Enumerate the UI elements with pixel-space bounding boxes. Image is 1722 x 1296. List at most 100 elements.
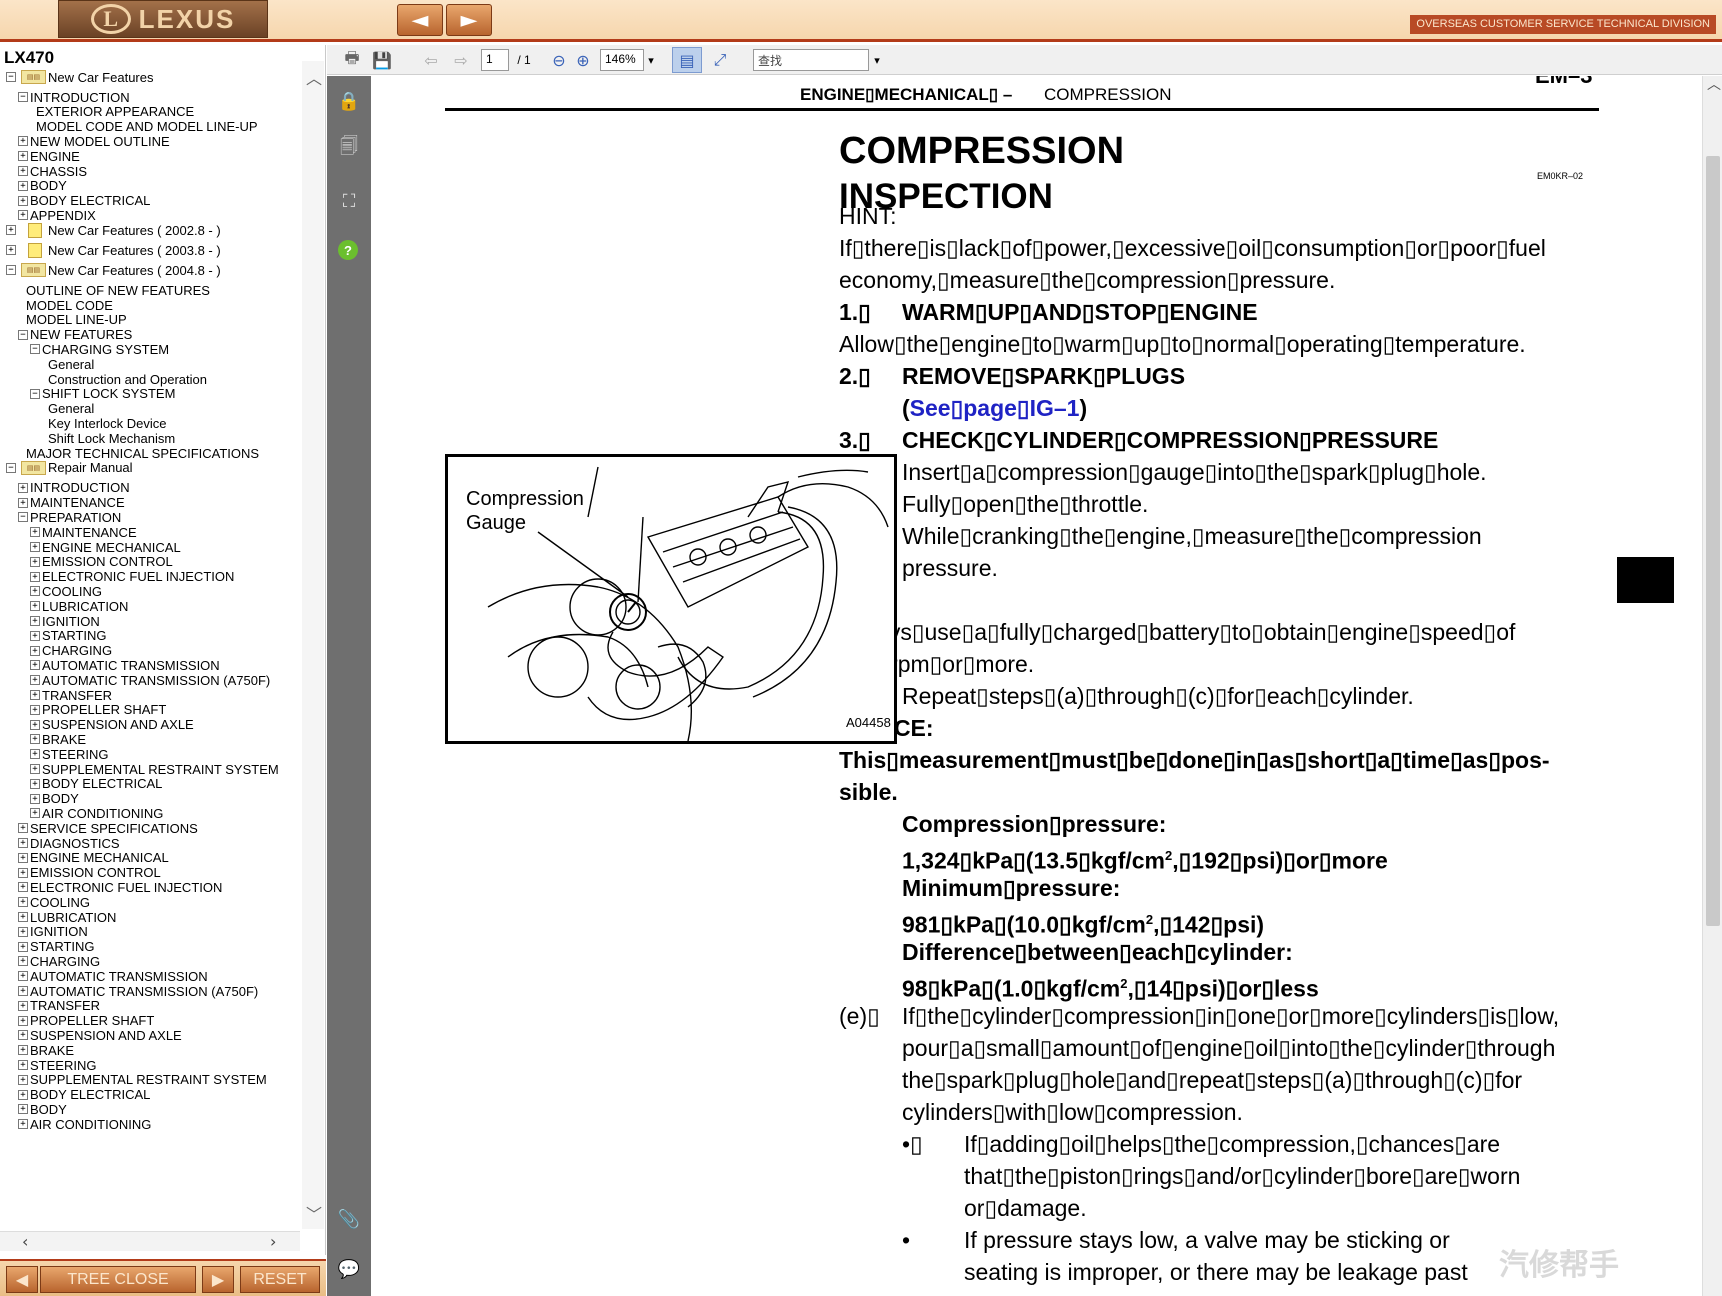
tree-item[interactable]: + SUSPENSION AND AXLE [30,717,194,733]
tree-item[interactable]: General [48,356,94,372]
tree-item[interactable]: + MAINTENANCE [18,495,125,511]
tree-item[interactable]: + ENGINE MECHANICAL [18,850,169,866]
tree-item[interactable]: + TRANSFER [18,998,100,1014]
expand-icon[interactable]: + [30,808,40,819]
expand-icon[interactable]: + [30,616,40,626]
tree-item[interactable]: + INTRODUCTION [18,480,130,496]
expand-icon[interactable]: + [18,1104,28,1115]
tree-item[interactable]: + AUTOMATIC TRANSMISSION (A750F) [18,983,258,999]
tree-item[interactable]: OUTLINE OF NEW FEATURES [26,282,210,298]
tree-item[interactable]: MODEL CODE [26,297,113,313]
save-icon[interactable]: 💾 [370,49,394,71]
expand-icon[interactable]: + [18,882,28,893]
forward-button[interactable]: ► [446,4,492,36]
expand-icon[interactable]: + [30,704,40,715]
next-button[interactable]: ▶ [202,1266,234,1293]
scroll-left-icon[interactable]: ‹ [22,1232,28,1251]
tree-item[interactable]: Shift Lock Mechanism [48,430,175,446]
help-icon[interactable]: ? [338,240,358,260]
tree-item[interactable]: + BODY [18,1101,67,1117]
next-page-icon[interactable]: ⇨ [449,49,473,71]
tree-item[interactable]: + CHASSIS [18,163,87,179]
expand-icon[interactable]: + [18,971,28,982]
see-page-link[interactable]: See▯page▯IG–1 [910,395,1080,421]
fit-page-icon[interactable]: ▤ [672,47,702,73]
fit-width-icon[interactable]: ⤢ [708,49,732,71]
tree-item[interactable]: + AUTOMATIC TRANSMISSION [30,657,220,673]
collapse-icon[interactable]: − [18,92,28,102]
tree-item[interactable]: + PROPELLER SHAFT [18,1013,154,1029]
tree-item[interactable]: + BODY ELECTRICAL [18,1087,150,1103]
tree-item[interactable]: General [48,401,94,417]
tree-item[interactable]: − ▤▤ Repair Manual [6,460,133,476]
tree-item[interactable]: + STEERING [18,1057,96,1073]
expand-icon[interactable]: + [30,542,40,552]
expand-icon[interactable]: + [30,719,40,730]
expand-icon[interactable]: + [18,1015,28,1026]
scroll-thumb[interactable] [1706,156,1720,926]
sidebar-scrollbar[interactable]: ︿ ﹀ [302,61,324,1229]
expand-icon[interactable]: + [6,245,16,256]
expand-icon[interactable]: + [18,941,28,952]
expand-icon[interactable]: + [30,571,40,582]
tree-item[interactable]: + CHARGING [18,953,100,969]
expand-icon[interactable]: + [18,912,28,922]
tree-item[interactable]: MODEL CODE AND MODEL LINE-UP [36,119,258,135]
tree-item[interactable]: + COOLING [18,894,90,910]
zoom-in-icon[interactable]: ⊕ [573,49,593,71]
collapse-icon[interactable]: − [30,344,40,355]
tree-item[interactable]: EXTERIOR APPEARANCE [36,104,194,120]
tree-item[interactable]: − PREPARATION [18,509,121,525]
tree-item[interactable]: + AIR CONDITIONING [30,805,163,821]
expand-icon[interactable]: + [18,195,28,206]
tree-item[interactable]: + IGNITION [18,924,88,940]
expand-icon[interactable]: + [18,1074,28,1085]
collapse-icon[interactable]: − [30,388,40,399]
expand-icon[interactable]: + [18,1119,28,1130]
tree-item[interactable]: + BRAKE [18,1042,74,1058]
expand-icon[interactable]: + [30,690,40,700]
doc-scroll-up-icon[interactable]: ︿ [1707,74,1721,94]
expand-icon[interactable]: + [18,497,28,508]
tree-item[interactable]: + BODY [18,178,67,194]
collapse-icon[interactable]: − [6,72,16,82]
expand-icon[interactable]: + [30,586,40,597]
tree-item[interactable]: + LUBRICATION [18,909,116,925]
tree-item[interactable]: + IGNITION [30,613,100,629]
tree-item[interactable]: MODEL LINE-UP [26,312,127,328]
tree-item[interactable]: + SUSPENSION AND AXLE [18,1027,182,1043]
tree-item[interactable]: + AIR CONDITIONING [18,1116,151,1132]
expand-icon[interactable]: + [30,749,40,760]
collapse-icon[interactable]: − [6,462,16,473]
tree-item[interactable]: Construction and Operation [48,371,207,387]
expand-icon[interactable]: + [30,778,40,789]
tree-item[interactable]: + BRAKE [30,731,86,747]
prev-page-icon[interactable]: ⇦ [419,49,443,71]
expand-icon[interactable]: + [18,166,28,176]
tree-item[interactable]: + New Car Features ( 2003.8 - ) [6,242,221,258]
page-number-input[interactable]: 1 [481,49,509,71]
tree-item[interactable]: − ▤▤ New Car Features [6,69,153,85]
expand-icon[interactable]: + [18,823,28,834]
expand-icon[interactable]: + [30,601,40,612]
pages-icon[interactable]: 🗐 [338,136,360,160]
print-icon[interactable]: 🖶 [340,48,364,71]
tree-item[interactable]: − NEW FEATURES [18,327,132,343]
scroll-right-icon[interactable]: › [270,1232,276,1251]
collapse-icon[interactable]: − [18,329,28,340]
zoom-out-icon[interactable]: ⊖ [549,49,569,71]
tree-item[interactable]: + APPENDIX [18,207,96,223]
expand-icon[interactable]: + [18,1060,28,1070]
tree-item[interactable]: + EMISSION CONTROL [30,554,173,570]
expand-icon[interactable]: + [18,482,28,493]
tree-item[interactable]: + STARTING [18,939,95,955]
scroll-down-icon[interactable]: ﹀ [306,1201,322,1225]
expand-icon[interactable]: + [30,630,40,641]
tree-item[interactable]: + AUTOMATIC TRANSMISSION (A750F) [30,672,270,688]
expand-icon[interactable]: + [18,897,28,908]
tree-item[interactable]: − CHARGING SYSTEM [30,341,169,357]
expand-icon[interactable]: + [30,527,40,538]
expand-icon[interactable]: + [6,225,16,236]
tree-item[interactable]: − INTRODUCTION [18,89,130,105]
tree-item[interactable]: + EMISSION CONTROL [18,865,161,881]
